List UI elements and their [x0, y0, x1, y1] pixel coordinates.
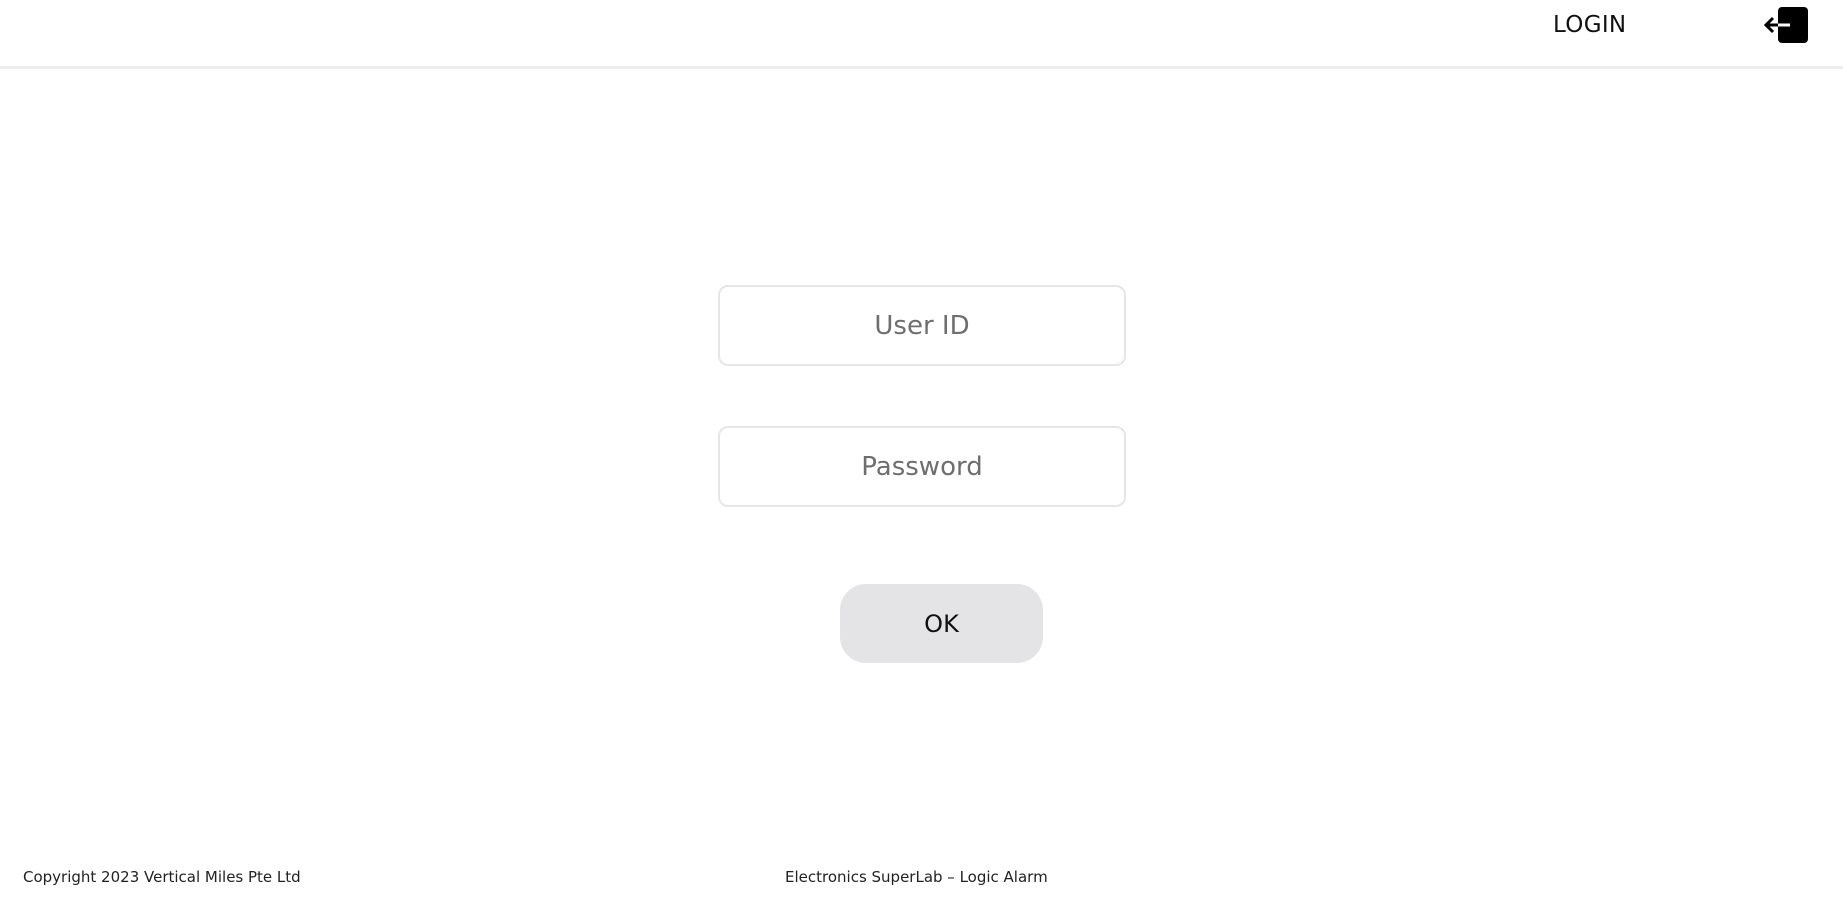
login-exit-icon[interactable] — [1763, 6, 1810, 44]
password-input[interactable] — [718, 426, 1126, 507]
login-label: LOGIN — [1553, 12, 1627, 38]
footer-copyright: Copyright 2023 Vertical Miles Pte Ltd — [23, 868, 301, 886]
userid-input[interactable] — [718, 285, 1126, 366]
footer-app-title: Electronics SuperLab – Logic Alarm — [785, 868, 1048, 886]
ok-button[interactable]: OK — [840, 584, 1043, 663]
top-bar: LOGIN — [0, 0, 1843, 69]
